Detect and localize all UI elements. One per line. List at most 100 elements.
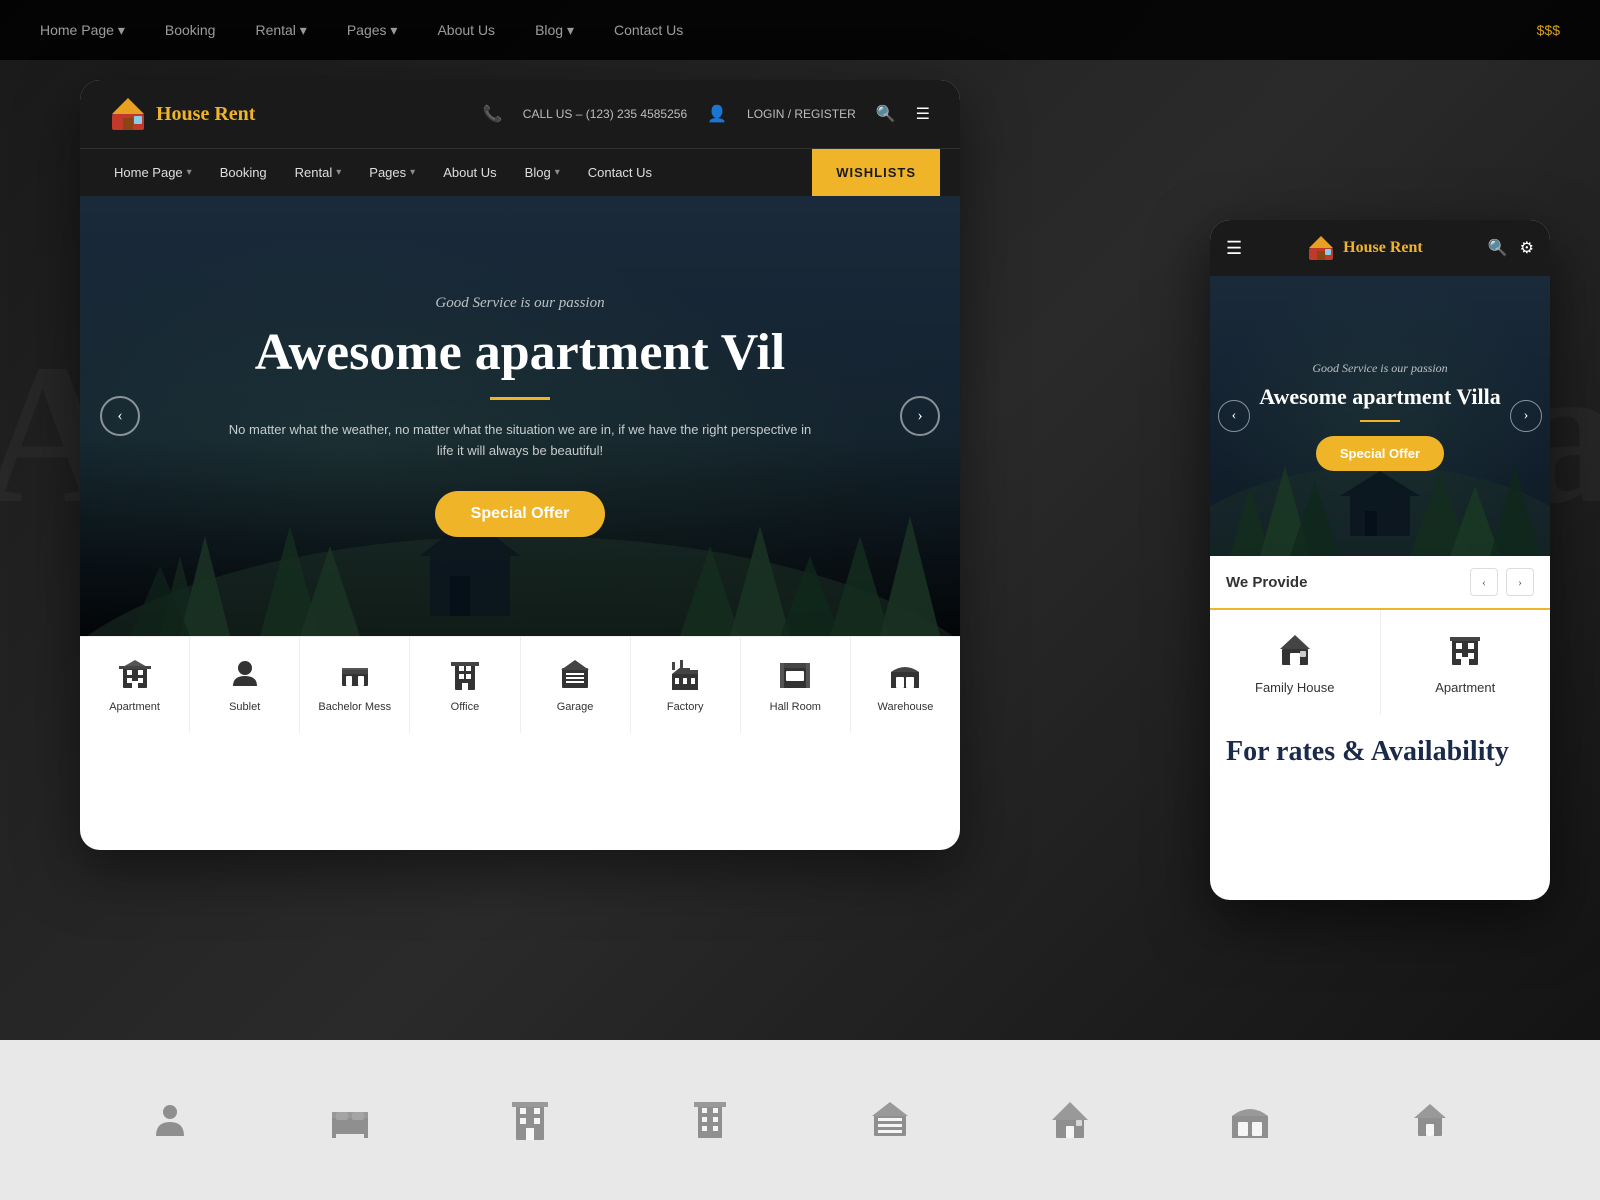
nav-item-home[interactable]: Home Page ▾ bbox=[100, 149, 206, 196]
hero-description: No matter what the weather, no matter wh… bbox=[220, 420, 820, 462]
hero-prev-arrow[interactable]: ‹ bbox=[100, 396, 140, 436]
cat-item-office[interactable]: Office bbox=[410, 637, 520, 733]
sublet-icon bbox=[227, 657, 263, 693]
mobile-provide-header: We Provide ‹ › bbox=[1210, 556, 1550, 610]
bottom-icon-garage[interactable] bbox=[868, 1098, 912, 1142]
nav-item-rental[interactable]: Rental ▾ bbox=[281, 149, 356, 196]
mobile-logo[interactable]: House Rent bbox=[1307, 234, 1423, 262]
hero-next-arrow[interactable]: › bbox=[900, 396, 940, 436]
mobile-window: ☰ House Rent 🔍 ⚙ bbox=[1210, 220, 1550, 900]
mobile-hamburger[interactable]: ☰ bbox=[1226, 238, 1242, 259]
mobile-rates-title: For rates & Availability bbox=[1226, 735, 1534, 769]
cat-label-office: Office bbox=[451, 701, 480, 713]
family-house-icon bbox=[1275, 630, 1315, 670]
phone-icon: 📞 bbox=[483, 104, 503, 124]
cat-label-apartment: Apartment bbox=[109, 701, 160, 713]
search-icon[interactable]: 🔍 bbox=[876, 104, 896, 124]
desktop-nav: Home Page ▾ Booking Rental ▾ Pages ▾ Abo… bbox=[80, 148, 960, 196]
mobile-hero-underline bbox=[1360, 420, 1400, 422]
hero-cta-button[interactable]: Special Offer bbox=[435, 491, 606, 537]
bottom-icon-bed[interactable] bbox=[328, 1098, 372, 1142]
nav-item-booking[interactable]: Booking bbox=[206, 149, 281, 196]
top-bar-item-rental[interactable]: Rental ▾ bbox=[255, 22, 306, 39]
office-icon bbox=[447, 657, 483, 693]
phone-label: CALL US – (123) 235 4585256 bbox=[523, 107, 687, 121]
cat-item-bachelor[interactable]: Bachelor Mess bbox=[300, 637, 410, 733]
mobile-hero-next-arrow[interactable]: › bbox=[1510, 400, 1542, 432]
mobile-hero-prev-arrow[interactable]: ‹ bbox=[1218, 400, 1250, 432]
cat-label-factory: Factory bbox=[667, 701, 704, 713]
garage-icon bbox=[557, 657, 593, 693]
desktop-logo[interactable]: House Rent bbox=[110, 96, 255, 132]
provide-apartment-label: Apartment bbox=[1435, 680, 1495, 695]
mobile-provide-next[interactable]: › bbox=[1506, 568, 1534, 596]
top-bar-item-pages[interactable]: Pages ▾ bbox=[347, 22, 398, 39]
mobile-provide-grid: Family House Apartment bbox=[1210, 610, 1550, 715]
hero-underline bbox=[490, 397, 550, 400]
bottom-icon-building[interactable] bbox=[508, 1098, 552, 1142]
nav-item-contact[interactable]: Contact Us bbox=[574, 149, 666, 196]
top-bar-item-about[interactable]: About Us bbox=[437, 22, 495, 38]
hero-title: Awesome apartment Vil bbox=[220, 324, 820, 381]
login-label[interactable]: LOGIN / REGISTER bbox=[747, 107, 856, 121]
top-bar-nav: Home Page ▾ Booking Rental ▾ Pages ▾ Abo… bbox=[40, 22, 683, 39]
office-icon bbox=[688, 1098, 732, 1142]
mobile-rates-section: For rates & Availability bbox=[1210, 715, 1550, 789]
user-icon: 👤 bbox=[707, 104, 727, 124]
bottom-icon-house[interactable] bbox=[1048, 1098, 1092, 1142]
person-icon bbox=[148, 1098, 192, 1142]
wishlist-button[interactable]: WISHLISTS bbox=[812, 149, 940, 196]
menu-icon[interactable]: ☰ bbox=[916, 104, 930, 124]
mobile-provide-section: We Provide ‹ › Family House bbox=[1210, 556, 1550, 715]
bachelor-icon bbox=[337, 657, 373, 693]
cat-label-warehouse: Warehouse bbox=[878, 701, 934, 713]
mobile-logo-icon bbox=[1307, 234, 1335, 262]
mobile-hero: Good Service is our passion Awesome apar… bbox=[1210, 276, 1550, 556]
desktop-header: House Rent 📞 CALL US – (123) 235 4585256… bbox=[80, 80, 960, 148]
cat-item-hallroom[interactable]: Hall Room bbox=[741, 637, 851, 733]
bed-icon bbox=[328, 1098, 372, 1142]
cat-item-warehouse[interactable]: Warehouse bbox=[851, 637, 960, 733]
bottom-icon-extra[interactable] bbox=[1408, 1098, 1452, 1142]
cat-item-factory[interactable]: Factory bbox=[631, 637, 741, 733]
factory-icon bbox=[667, 657, 703, 693]
top-bar-item-home[interactable]: Home Page ▾ bbox=[40, 22, 125, 39]
nav-item-about[interactable]: About Us bbox=[429, 149, 510, 196]
bottom-icon-warehouse[interactable] bbox=[1228, 1098, 1272, 1142]
top-bar-item-blog[interactable]: Blog ▾ bbox=[535, 22, 574, 39]
hero-tagline: Good Service is our passion bbox=[220, 295, 820, 312]
mobile-filter-icon[interactable]: ⚙ bbox=[1520, 238, 1534, 258]
house-icon bbox=[1048, 1098, 1092, 1142]
provide-apartment-icon bbox=[1445, 630, 1485, 670]
nav-item-blog[interactable]: Blog ▾ bbox=[511, 149, 574, 196]
cat-label-hallroom: Hall Room bbox=[770, 701, 821, 713]
desktop-window: House Rent 📞 CALL US – (123) 235 4585256… bbox=[80, 80, 960, 850]
mobile-provide-nav: ‹ › bbox=[1470, 568, 1534, 596]
cat-label-sublet: Sublet bbox=[229, 701, 260, 713]
mobile-header: ☰ House Rent 🔍 ⚙ bbox=[1210, 220, 1550, 276]
mobile-provide-prev[interactable]: ‹ bbox=[1470, 568, 1498, 596]
cat-item-apartment[interactable]: Apartment bbox=[80, 637, 190, 733]
desktop-categories: Apartment Sublet Bachelor Mess Office bbox=[80, 636, 960, 733]
provide-item-family-house[interactable]: Family House bbox=[1210, 610, 1380, 715]
cat-item-sublet[interactable]: Sublet bbox=[190, 637, 300, 733]
warehouse-icon bbox=[887, 657, 923, 693]
mobile-header-icons: 🔍 ⚙ bbox=[1488, 238, 1534, 258]
top-bar-item-contact[interactable]: Contact Us bbox=[614, 22, 683, 38]
mobile-provide-title: We Provide bbox=[1226, 574, 1307, 591]
desktop-nav-items: Home Page ▾ Booking Rental ▾ Pages ▾ Abo… bbox=[100, 149, 812, 196]
bottom-icon-person[interactable] bbox=[148, 1098, 192, 1142]
family-house-label: Family House bbox=[1255, 680, 1334, 695]
bottom-icon-office[interactable] bbox=[688, 1098, 732, 1142]
mobile-search-icon[interactable]: 🔍 bbox=[1488, 238, 1508, 258]
provide-item-apartment[interactable]: Apartment bbox=[1381, 610, 1551, 715]
nav-item-pages[interactable]: Pages ▾ bbox=[355, 149, 429, 196]
cat-label-bachelor: Bachelor Mess bbox=[318, 701, 391, 713]
building-icon bbox=[508, 1098, 552, 1142]
mobile-hero-cta-button[interactable]: Special Offer bbox=[1316, 436, 1444, 471]
top-bar: Home Page ▾ Booking Rental ▾ Pages ▾ Abo… bbox=[0, 0, 1600, 60]
cat-item-garage[interactable]: Garage bbox=[521, 637, 631, 733]
mobile-hero-title: Awesome apartment Villa bbox=[1259, 384, 1501, 410]
apartment-icon bbox=[117, 657, 153, 693]
top-bar-item-booking[interactable]: Booking bbox=[165, 22, 216, 38]
